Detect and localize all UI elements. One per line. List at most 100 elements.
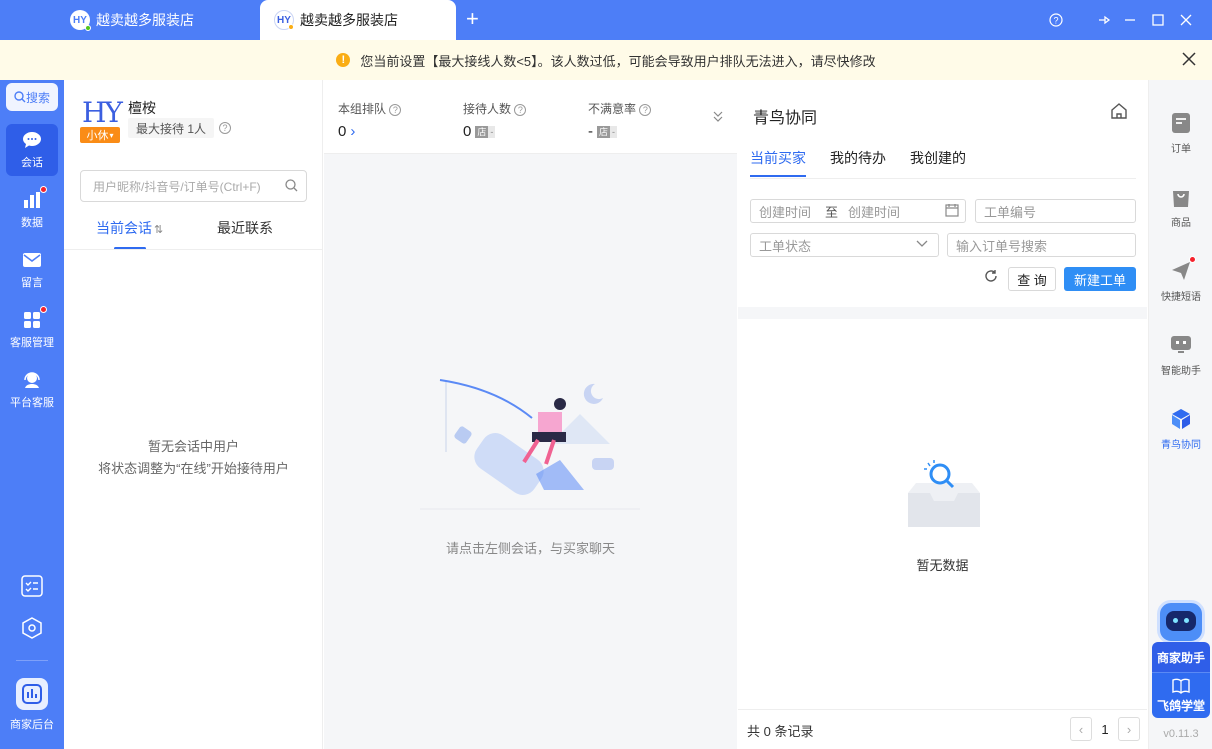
store-badge: 店 (475, 125, 489, 138)
send-icon (1170, 256, 1196, 282)
close-window-button[interactable] (1176, 10, 1196, 30)
queue-value-link[interactable]: 0 › (338, 123, 401, 140)
tab-current-sessions[interactable]: 当前会话 ⇅ (96, 218, 163, 250)
help-icon[interactable]: ? (389, 104, 402, 116)
mail-icon (21, 250, 43, 270)
bag-icon (1170, 186, 1192, 208)
stat-unsatisfied: 不满意率 ? -店- (588, 100, 652, 140)
merchant-backend-button[interactable]: 商家后台 (6, 678, 58, 736)
session-search-input[interactable]: 用户昵称/抖音号/订单号(Ctrl+F) (80, 170, 307, 202)
help-icon[interactable]: ? (514, 104, 527, 116)
academy-label: 飞鸽学堂 (1156, 698, 1205, 713)
stat-value: 0 (338, 123, 347, 140)
chevron-down-icon (916, 236, 928, 251)
max-receive-label: 最大接待 1人 (136, 121, 207, 136)
merchant-assistant-widget[interactable]: 商家助手 飞鸽学堂 (1152, 600, 1210, 722)
tool-smart-assistant[interactable]: 智能助手 (1149, 334, 1212, 377)
tab-recent-contacts[interactable]: 最近联系 (217, 218, 273, 238)
fishing-illustration (420, 374, 650, 517)
next-page-button[interactable]: › (1118, 717, 1140, 741)
nav-item-service-management[interactable]: 客服管理 (6, 304, 58, 356)
previous-page-button[interactable]: ‹ (1070, 717, 1092, 741)
page-number[interactable]: 1 (1094, 717, 1116, 741)
feige-academy-button[interactable]: 飞鸽学堂 (1152, 672, 1210, 718)
nav-item-chat[interactable]: 会话 (6, 124, 58, 176)
grid-icon (21, 306, 47, 330)
empty-data-message: 暂无数据 (916, 558, 969, 573)
tab-label: 越卖越多服装店 (300, 12, 398, 28)
empty-sessions-message: 暂无会话中用户 将状态调整为“在线”开始接待用户 (64, 436, 323, 480)
home-icon[interactable] (1110, 102, 1128, 125)
tab-my-todo[interactable]: 我的待办 (830, 148, 886, 168)
nav-item-data[interactable]: 数据 (6, 184, 58, 236)
ticket-number-input[interactable]: 工单编号 (975, 199, 1136, 223)
max-receive-setting[interactable]: 最大接待 1人 (128, 118, 215, 138)
add-tab-button[interactable]: + (466, 8, 479, 30)
pin-icon[interactable] (1094, 10, 1114, 30)
nav-label: 数据 (21, 217, 43, 229)
tab-store-2[interactable]: HY 越卖越多服装店 (260, 0, 456, 40)
tool-label: 商品 (1171, 218, 1191, 229)
warning-message: 您当前设置【最大接线人数<5】。该人数过低，可能会导致用户排队无法进入，请尽快修… (360, 53, 876, 69)
global-search-button[interactable]: 搜索 (6, 83, 58, 111)
stat-label: 不满意率 (588, 102, 637, 116)
order-search-input[interactable]: 输入订单号搜索 (947, 233, 1136, 257)
tool-label: 智能助手 (1161, 366, 1201, 377)
nav-item-platform-service[interactable]: 平台客服 (6, 364, 58, 416)
search-placeholder: 用户昵称/抖音号/订单号(Ctrl+F) (93, 179, 261, 194)
stats-bar: 本组排队 ? 0 › 接待人数 ? 0店- 不满意率 ? -店- (324, 80, 737, 154)
left-nav: 搜索 会话 数据 留言 客服管理 平台客服 商家后台 (0, 80, 64, 749)
tab-current-buyer[interactable]: 当前买家 (750, 148, 806, 177)
book-icon (1172, 678, 1190, 697)
create-time-range-picker[interactable]: 创建时间 至 创建时间 (750, 199, 966, 223)
tool-orders[interactable]: 订单 (1149, 112, 1212, 155)
tool-products[interactable]: 商品 (1149, 186, 1212, 229)
ticket-list: 暂无数据 (738, 319, 1147, 709)
merchant-label: 商家后台 (10, 719, 54, 731)
maximize-button[interactable] (1148, 10, 1168, 30)
sort-icon[interactable]: ⇅ (154, 224, 163, 236)
settings-hexagon-icon[interactable] (20, 616, 44, 643)
compare-value: - (488, 125, 496, 138)
empty-box-icon (904, 459, 984, 542)
tool-quick-phrases[interactable]: 快捷短语 (1149, 256, 1212, 303)
compare-value: - (610, 125, 618, 138)
store-logo-icon: HY (70, 10, 91, 31)
nav-label: 客服管理 (10, 337, 54, 349)
tab-store-1[interactable]: HY 越卖越多服装店 (70, 0, 260, 40)
agent-status-dropdown[interactable]: 小休 ▾ (80, 127, 120, 143)
checklist-icon[interactable] (20, 574, 44, 601)
nav-label: 会话 (21, 157, 43, 169)
chat-icon (21, 130, 43, 150)
expand-stats-icon[interactable] (713, 110, 723, 126)
close-banner-button[interactable] (1182, 49, 1196, 72)
ticket-number-placeholder: 工单编号 (984, 204, 1037, 220)
ticket-status-select[interactable]: 工单状态 (750, 233, 939, 257)
help-icon[interactable]: ? (639, 104, 652, 116)
query-button[interactable]: 查 询 (1008, 267, 1056, 291)
stat-label: 接待人数 (463, 102, 512, 116)
notification-dot (40, 306, 47, 313)
nav-item-messages[interactable]: 留言 (6, 244, 58, 296)
store-badge: 店 (597, 125, 611, 138)
nav-label: 留言 (21, 277, 43, 289)
robot-icon (1170, 334, 1192, 356)
divider (750, 178, 1136, 179)
minimize-button[interactable] (1120, 10, 1140, 30)
stat-value: - (588, 123, 593, 140)
help-icon[interactable]: ? (219, 122, 231, 134)
merchant-assistant-button[interactable]: 商家助手 (1152, 642, 1210, 672)
new-ticket-button[interactable]: 新建工单 (1064, 267, 1136, 291)
ticket-filter-section: 青鸟协同 当前买家 我的待办 我创建的 创建时间 至 创建时间 工单编号 工单状… (738, 80, 1147, 307)
help-icon[interactable]: ? (1046, 10, 1066, 30)
order-search-placeholder: 输入订单号搜索 (956, 238, 1048, 254)
stat-label: 本组排队 (338, 102, 387, 116)
headset-icon (21, 370, 43, 390)
chevron-right-icon: › (350, 123, 356, 140)
refresh-icon[interactable] (984, 269, 998, 287)
tab-my-created[interactable]: 我创建的 (910, 148, 966, 168)
tab-label: 越卖越多服装店 (96, 12, 194, 28)
tool-bird-collab[interactable]: 青鸟协同 (1149, 408, 1212, 451)
warning-icon: ! (336, 53, 351, 67)
store-logo-icon: HY (274, 10, 294, 30)
